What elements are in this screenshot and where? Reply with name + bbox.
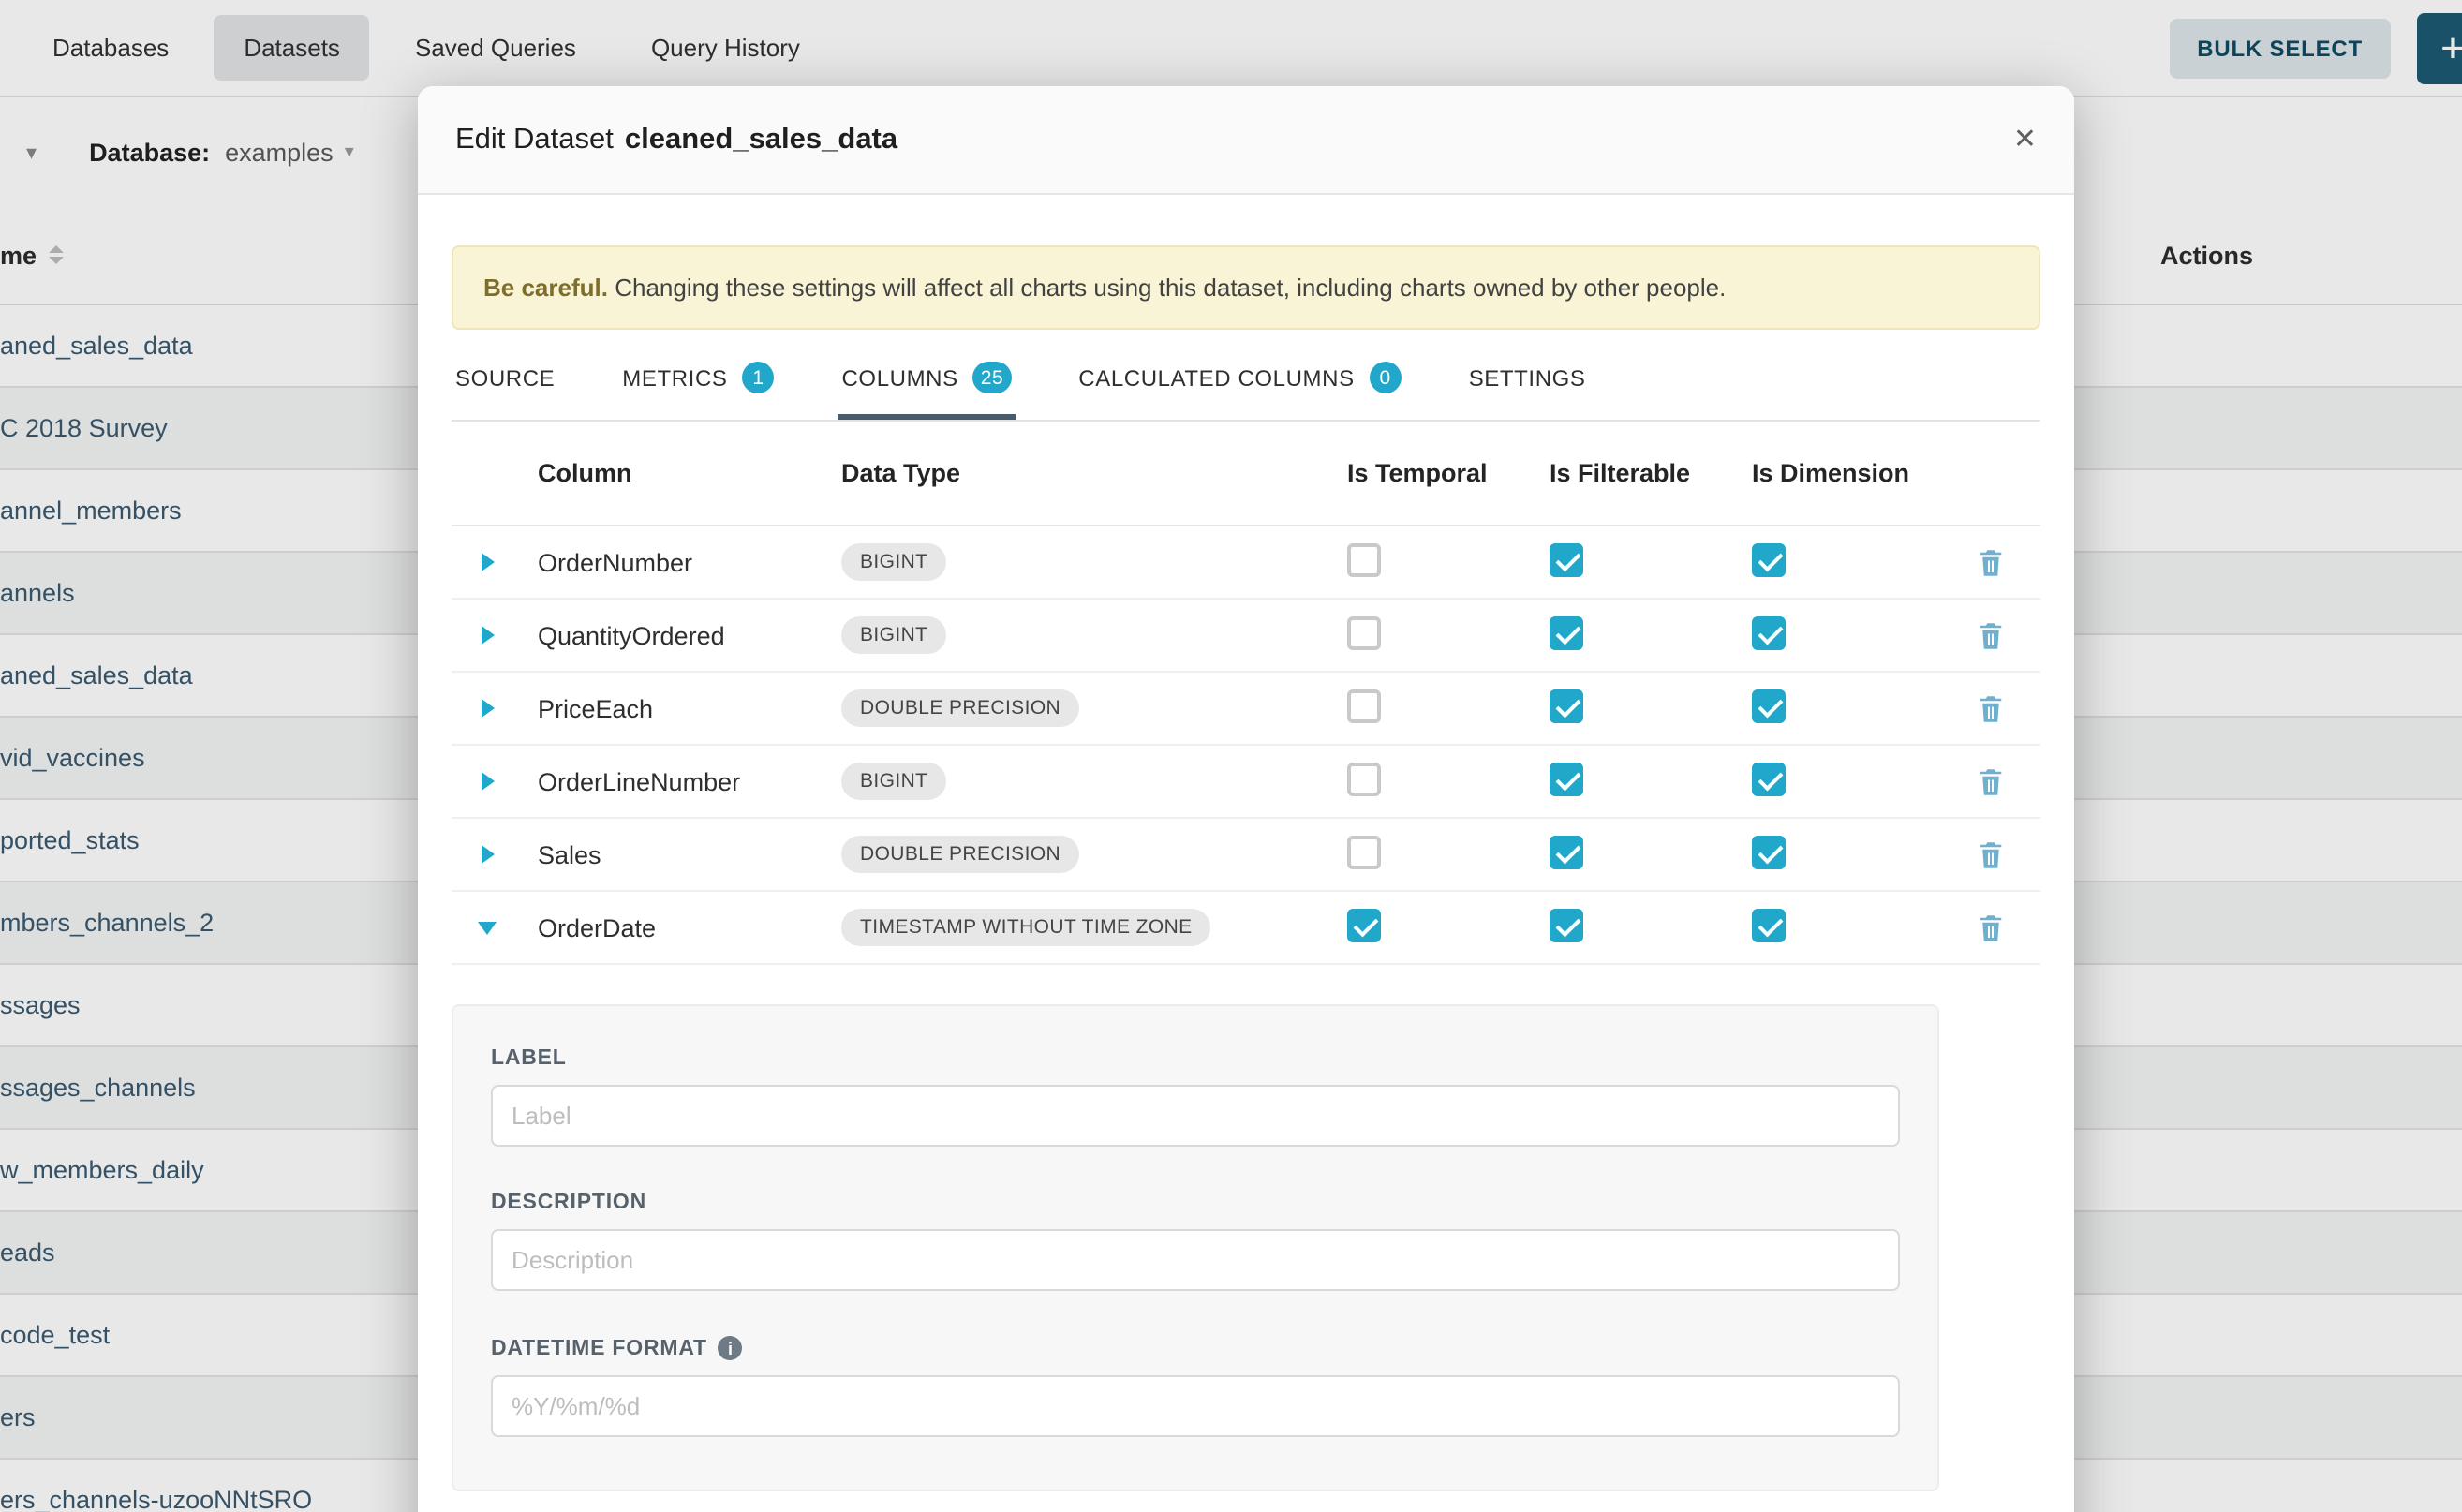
label-input[interactable]: [491, 1085, 1900, 1147]
datetime-format-field-group: DATETIME FORMAT i: [491, 1336, 1900, 1437]
columns-table-rows: OrderNumber BIGINT QuantityOrdered BIGINT Pr…: [452, 526, 2040, 965]
column-header-is-filterable: Is Filterable: [1535, 459, 1737, 487]
caret-right-icon[interactable]: [481, 553, 494, 571]
tab-settings[interactable]: SETTINGS: [1465, 356, 1590, 420]
label-field-label-text: LABEL: [491, 1047, 567, 1070]
is-temporal-checkbox[interactable]: [1347, 762, 1381, 795]
description-field-group: DESCRIPTION: [491, 1192, 1900, 1291]
trash-icon[interactable]: [1976, 765, 2004, 797]
modal-body: Be careful. Changing these settings will…: [418, 245, 2074, 1491]
is-dimension-checkbox[interactable]: [1752, 908, 1786, 941]
is-dimension-checkbox[interactable]: [1752, 542, 1786, 576]
label-field-label: LABEL: [491, 1047, 1900, 1070]
modal-title-dataset-name: cleaned_sales_data: [625, 123, 897, 155]
is-dimension-checkbox[interactable]: [1752, 615, 1786, 649]
tab-label: SOURCE: [455, 364, 555, 391]
data-type-pill: DOUBLE PRECISION: [841, 836, 1079, 873]
modal-header: Edit Dataset cleaned_sales_data ✕: [418, 86, 2074, 195]
column-name: QuantityOrdered: [523, 621, 826, 649]
column-header-column: Column: [523, 459, 826, 487]
is-temporal-checkbox[interactable]: [1347, 615, 1381, 649]
column-row: PriceEach DOUBLE PRECISION: [452, 673, 2040, 746]
column-header-data-type: Data Type: [826, 459, 1332, 487]
warning-banner: Be careful. Changing these settings will…: [452, 245, 2040, 330]
warning-banner-bold: Be careful.: [483, 274, 608, 302]
trash-icon[interactable]: [1976, 619, 2004, 651]
warning-banner-text: Changing these settings will affect all …: [615, 274, 1726, 302]
data-type-pill: TIMESTAMP WITHOUT TIME ZONE: [841, 909, 1211, 946]
tab-count-badge: 1: [743, 362, 775, 393]
tab-metrics[interactable]: METRICS 1: [618, 356, 778, 420]
close-icon[interactable]: ✕: [2013, 126, 2037, 154]
is-temporal-checkbox[interactable]: [1347, 908, 1381, 941]
is-dimension-checkbox[interactable]: [1752, 835, 1786, 868]
data-type-pill: DOUBLE PRECISION: [841, 689, 1079, 727]
is-filterable-checkbox[interactable]: [1550, 542, 1583, 576]
description-input[interactable]: [491, 1229, 1900, 1291]
tab-calculated-columns[interactable]: CALCULATED COLUMNS 0: [1075, 356, 1404, 420]
is-dimension-checkbox[interactable]: [1752, 689, 1786, 722]
label-field-group: LABEL: [491, 1047, 1900, 1147]
tab-count-badge: 25: [973, 362, 1012, 393]
columns-table: ColumnData TypeIs TemporalIs FilterableI…: [452, 422, 2040, 965]
caret-right-icon[interactable]: [481, 699, 494, 718]
app-root: DatabasesDatasetsSaved QueriesQuery Hist…: [0, 0, 2462, 1512]
data-type-pill: BIGINT: [841, 763, 946, 800]
column-header-is-temporal: Is Temporal: [1332, 459, 1535, 487]
is-temporal-checkbox[interactable]: [1347, 835, 1381, 868]
datetime-format-field-label: DATETIME FORMAT i: [491, 1336, 1900, 1360]
tab-label: SETTINGS: [1469, 364, 1586, 391]
is-temporal-checkbox[interactable]: [1347, 689, 1381, 722]
tab-label: COLUMNS: [842, 364, 958, 391]
caret-right-icon[interactable]: [481, 626, 494, 645]
caret-down-icon[interactable]: [478, 921, 497, 934]
caret-right-icon[interactable]: [481, 845, 494, 864]
column-name: OrderDate: [523, 913, 826, 941]
tab-label: METRICS: [622, 364, 727, 391]
trash-icon[interactable]: [1976, 838, 2004, 870]
caret-right-icon[interactable]: [481, 772, 494, 791]
column-name: OrderLineNumber: [523, 767, 826, 795]
datetime-format-input[interactable]: [491, 1375, 1900, 1437]
is-filterable-checkbox[interactable]: [1550, 908, 1583, 941]
column-row: Sales DOUBLE PRECISION: [452, 819, 2040, 892]
column-row: QuantityOrdered BIGINT: [452, 600, 2040, 673]
trash-icon[interactable]: [1976, 692, 2004, 724]
column-name: OrderNumber: [523, 548, 826, 576]
description-field-label-text: DESCRIPTION: [491, 1192, 646, 1214]
column-row: OrderDate TIMESTAMP WITHOUT TIME ZONE: [452, 892, 2040, 965]
tab-source[interactable]: SOURCE: [452, 356, 558, 420]
is-temporal-checkbox[interactable]: [1347, 542, 1381, 576]
description-field-label: DESCRIPTION: [491, 1192, 1900, 1214]
is-dimension-checkbox[interactable]: [1752, 762, 1786, 795]
is-filterable-checkbox[interactable]: [1550, 689, 1583, 722]
trash-icon[interactable]: [1976, 546, 2004, 578]
column-detail-panel: LABEL DESCRIPTION DATETIME FORMAT i: [452, 1004, 1939, 1491]
datetime-format-label-text: DATETIME FORMAT: [491, 1337, 707, 1359]
column-name: Sales: [523, 840, 826, 868]
is-filterable-checkbox[interactable]: [1550, 762, 1583, 795]
tab-count-badge: 0: [1370, 362, 1402, 393]
columns-table-header: ColumnData TypeIs TemporalIs FilterableI…: [452, 422, 2040, 526]
is-filterable-checkbox[interactable]: [1550, 615, 1583, 649]
edit-dataset-modal: Edit Dataset cleaned_sales_data ✕ Be care…: [418, 86, 2074, 1512]
trash-icon[interactable]: [1976, 912, 2004, 943]
data-type-pill: BIGINT: [841, 616, 946, 654]
info-icon[interactable]: i: [719, 1336, 743, 1360]
is-filterable-checkbox[interactable]: [1550, 835, 1583, 868]
modal-title: Edit Dataset cleaned_sales_data: [455, 123, 897, 156]
column-row: OrderNumber BIGINT: [452, 526, 2040, 600]
tab-columns[interactable]: COLUMNS 25: [838, 356, 1016, 420]
column-header-is-dimension: Is Dimension: [1737, 459, 1939, 487]
data-type-pill: BIGINT: [841, 543, 946, 581]
tab-label: CALCULATED COLUMNS: [1078, 364, 1354, 391]
column-name: PriceEach: [523, 694, 826, 722]
column-row: OrderLineNumber BIGINT: [452, 746, 2040, 819]
modal-tabs: SOURCE METRICS 1 COLUMNS 25 CALCULATED COLUMN…: [452, 356, 2040, 422]
modal-title-prefix: Edit Dataset: [455, 123, 614, 155]
